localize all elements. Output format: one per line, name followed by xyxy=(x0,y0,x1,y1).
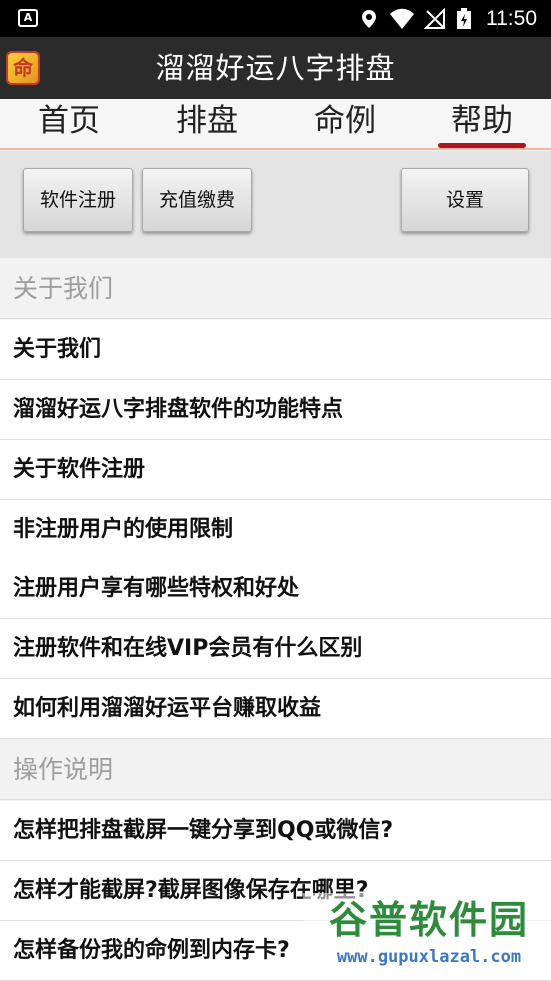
action-button-bar: 软件注册 充值缴费 设置 xyxy=(0,151,551,258)
tab-help[interactable]: 帮助 xyxy=(413,101,551,145)
location-icon xyxy=(362,10,376,28)
active-tab-indicator xyxy=(438,143,526,148)
list-item[interactable]: 非注册用户的使用限制 xyxy=(0,500,551,560)
tab-cases[interactable]: 命例 xyxy=(276,101,414,145)
tab-home[interactable]: 首页 xyxy=(0,101,138,145)
list-item[interactable]: 关于软件注册 xyxy=(0,440,551,500)
battery-icon xyxy=(457,8,471,29)
app-title: 溜溜好运八字排盘 xyxy=(155,51,396,85)
watermark-title: 谷普软件园 xyxy=(328,898,529,942)
watermark: 谷普软件园 www.gupuxlazal.com xyxy=(303,893,551,978)
list-item[interactable]: 溜溜好运八字排盘软件的功能特点 xyxy=(0,380,551,440)
section-header-about: 关于我们 xyxy=(0,258,551,319)
list-item[interactable]: 怎样把排盘截屏一键分享到QQ或微信? xyxy=(0,801,551,861)
recharge-button[interactable]: 充值缴费 xyxy=(142,168,252,232)
list-item[interactable]: 注册用户享有哪些特权和好处 xyxy=(0,559,551,619)
tab-chart[interactable]: 排盘 xyxy=(138,101,276,145)
title-bar: 命 溜溜好运八字排盘 xyxy=(0,37,551,99)
list-item[interactable]: 关于我们 xyxy=(0,320,551,380)
list-item[interactable]: 如何利用溜溜好运平台赚取收益 xyxy=(0,679,551,739)
signal-icon xyxy=(424,8,445,29)
clock: 11:50 xyxy=(486,7,537,30)
wifi-icon xyxy=(390,8,414,29)
app-notification-icon: A xyxy=(18,9,38,27)
watermark-url: www.gupuxlazal.com xyxy=(336,947,522,967)
section-header-operations: 操作说明 xyxy=(0,739,551,800)
list-item[interactable]: 注册软件和在线VIP会员有什么区别 xyxy=(0,619,551,679)
register-button[interactable]: 软件注册 xyxy=(23,168,133,232)
status-bar: A 11:50 xyxy=(0,0,551,37)
settings-button[interactable]: 设置 xyxy=(401,168,529,232)
